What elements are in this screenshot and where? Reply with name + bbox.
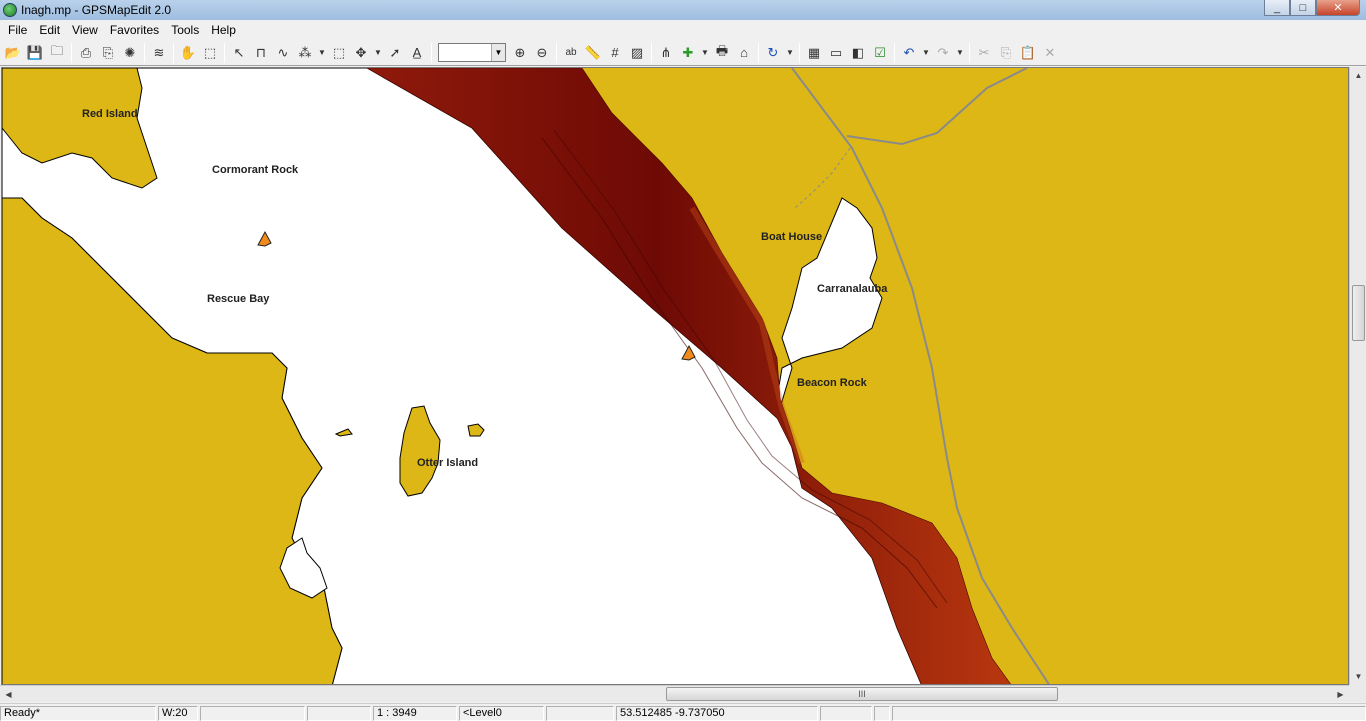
menu-help[interactable]: Help — [205, 20, 242, 40]
copy-icon[interactable]: ⎘ — [995, 42, 1017, 64]
transform-icon[interactable]: ↻ — [762, 42, 784, 64]
window-controls: _ □ ✕ — [1264, 0, 1360, 16]
attach-icon[interactable]: ⎘ — [97, 42, 119, 64]
open-icon[interactable]: 📂 — [2, 42, 24, 64]
undo-icon[interactable]: ↶ — [898, 42, 920, 64]
status-width: W:20 — [158, 706, 198, 721]
menu-bar: File Edit View Favorites Tools Help — [0, 20, 1366, 40]
zoom-out-icon[interactable]: ⊖ — [531, 42, 553, 64]
close-button[interactable]: ✕ — [1316, 0, 1360, 16]
check-icon[interactable]: ☑ — [869, 42, 891, 64]
delete-icon[interactable]: ✕ — [1039, 42, 1061, 64]
status-state: Ready* — [0, 706, 156, 721]
scroll-down-icon[interactable]: ▼ — [1350, 668, 1366, 685]
menu-view[interactable]: View — [66, 20, 104, 40]
scale-select[interactable]: ▼ — [438, 43, 506, 62]
bounds-icon[interactable]: ▭ — [825, 42, 847, 64]
map-label-cormorant-rock[interactable]: Cormorant Rock — [212, 164, 298, 176]
ruler-icon[interactable]: 📏 — [582, 42, 604, 64]
status-empty-5 — [874, 706, 890, 721]
status-empty-4 — [820, 706, 872, 721]
paste-icon[interactable]: 📋 — [1017, 42, 1039, 64]
node-icon[interactable]: ⁂ — [294, 42, 316, 64]
map-drawing — [2, 68, 1050, 684]
map-label-beacon-rock[interactable]: Beacon Rock — [797, 377, 867, 389]
status-scale: 1 : 3949 — [373, 706, 457, 721]
status-empty-3 — [546, 706, 614, 721]
map-label-rescue-bay[interactable]: Rescue Bay — [207, 293, 269, 305]
routing-icon[interactable]: ⋔ — [655, 42, 677, 64]
folder-icon[interactable]: 🗀 — [46, 42, 68, 64]
move-icon[interactable]: ✥ — [350, 42, 372, 64]
chevron-down-icon[interactable]: ▼ — [316, 42, 328, 64]
edit-polyline-icon[interactable]: ∿ — [272, 42, 294, 64]
create-icon[interactable]: ⊓ — [250, 42, 272, 64]
chevron-down-icon[interactable]: ▼ — [920, 42, 932, 64]
chevron-down-icon[interactable]: ▼ — [491, 44, 505, 61]
filter-icon[interactable]: ◧ — [847, 42, 869, 64]
vertical-scroll-thumb[interactable] — [1352, 285, 1365, 341]
vertical-scrollbar[interactable]: ▲ ▼ — [1349, 67, 1366, 685]
node-link-icon[interactable]: ✚ — [677, 42, 699, 64]
status-level: <Level0 — [459, 706, 544, 721]
toolbar: 📂 💾 🗀 ⎙ ⎘ ✺ ≋ ✋ ⬚ ↖ ⊓ ∿ ⁂ ▼ ⬚ ✥ ▼ ➚ A̲ ▼… — [0, 40, 1366, 66]
status-empty-6 — [892, 706, 1366, 721]
add-point-icon[interactable]: ➚ — [384, 42, 406, 64]
menu-tools[interactable]: Tools — [165, 20, 205, 40]
map-label-red-island[interactable]: Red Island — [82, 108, 138, 120]
zoom-in-icon[interactable]: ⊕ — [509, 42, 531, 64]
redo-icon[interactable]: ↷ — [932, 42, 954, 64]
chevron-down-icon[interactable]: ▼ — [954, 42, 966, 64]
status-empty-2 — [307, 706, 371, 721]
cut-icon[interactable]: ✂ — [973, 42, 995, 64]
save-icon[interactable]: 💾 — [24, 42, 46, 64]
gps-icon[interactable]: ✺ — [119, 42, 141, 64]
scroll-corner — [1349, 685, 1366, 702]
status-bar: Ready* W:20 1 : 3949 <Level0 53.512485 -… — [0, 703, 1366, 721]
chevron-down-icon[interactable]: ▼ — [699, 42, 711, 64]
scroll-up-icon[interactable]: ▲ — [1350, 67, 1366, 84]
label-icon[interactable]: A̲ — [406, 42, 428, 64]
horizontal-scrollbar[interactable]: ◀ III ▶ — [0, 685, 1349, 702]
globe-icon — [3, 3, 17, 17]
status-coords: 53.512485 -9.737050 — [616, 706, 818, 721]
status-empty-1 — [200, 706, 305, 721]
chevron-down-icon[interactable]: ▼ — [372, 42, 384, 64]
map-canvas[interactable]: Red Island Cormorant Rock Rescue Bay Ott… — [1, 67, 1349, 685]
hand-icon[interactable]: ✋ — [177, 42, 199, 64]
map-label-carranalauba[interactable]: Carranalauba — [817, 283, 887, 295]
menu-favorites[interactable]: Favorites — [104, 20, 165, 40]
window-title: Inagh.mp - GPSMapEdit 2.0 — [21, 3, 172, 17]
minimize-button[interactable]: _ — [1264, 0, 1290, 16]
select-icon[interactable]: ↖ — [228, 42, 250, 64]
horizontal-scroll-thumb[interactable]: III — [666, 687, 1058, 701]
grid-icon[interactable]: # — [604, 42, 626, 64]
rect-select-icon[interactable]: ⬚ — [328, 42, 350, 64]
text-label-icon[interactable]: ab — [560, 42, 582, 64]
chevron-down-icon[interactable]: ▼ — [784, 42, 796, 64]
title-bar: Inagh.mp - GPSMapEdit 2.0 _ □ ✕ — [0, 0, 1366, 20]
maximize-button[interactable]: □ — [1290, 0, 1316, 16]
hatch-icon[interactable]: ▨ — [626, 42, 648, 64]
raster-icon[interactable]: ▦ — [803, 42, 825, 64]
house-icon[interactable]: ⌂ — [733, 42, 755, 64]
track-icon[interactable]: ≋ — [148, 42, 170, 64]
map-label-boat-house[interactable]: Boat House — [761, 231, 822, 243]
menu-edit[interactable]: Edit — [33, 20, 66, 40]
print-icon[interactable]: 🖶 — [711, 42, 733, 64]
properties-icon[interactable]: ⎙ — [75, 42, 97, 64]
map-label-otter-island[interactable]: Otter Island — [417, 457, 478, 469]
zoom-rect-icon[interactable]: ⬚ — [199, 42, 221, 64]
scroll-left-icon[interactable]: ◀ — [0, 686, 17, 703]
menu-file[interactable]: File — [2, 20, 33, 40]
road-branch — [846, 68, 1028, 146]
scroll-right-icon[interactable]: ▶ — [1332, 686, 1349, 703]
